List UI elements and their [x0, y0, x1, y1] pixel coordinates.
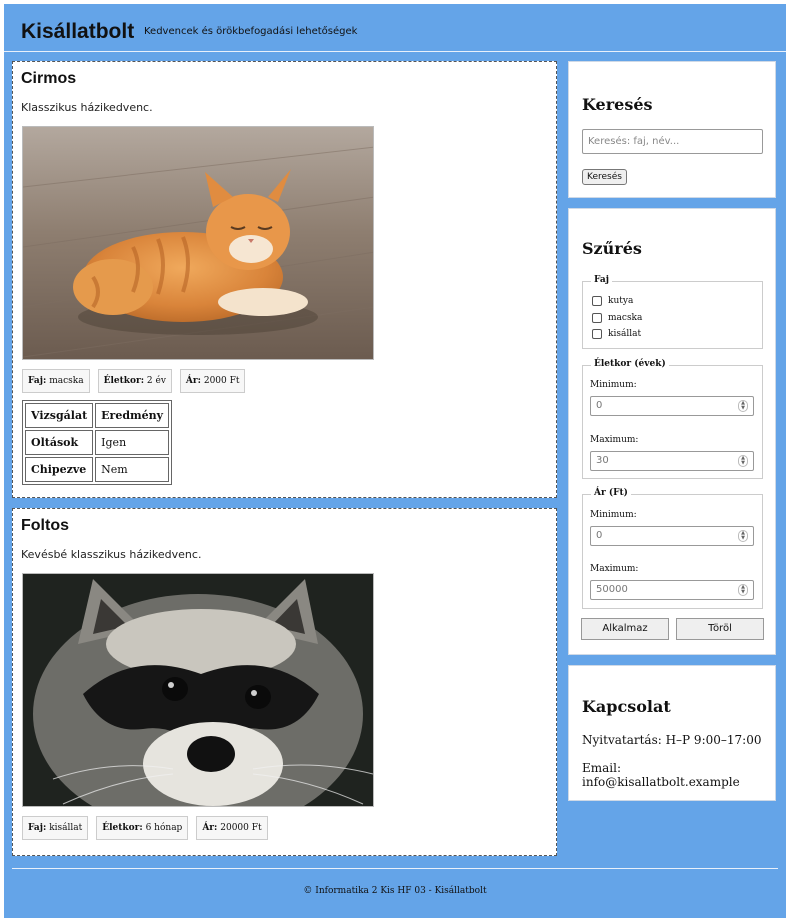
table-header-row: Vizsgálat Eredmény [25, 403, 170, 428]
contact-title: Kapcsolat [582, 697, 671, 716]
pet-tags: Faj: macska Életkor: 2 év Ár: 2000 Ft [22, 369, 246, 393]
spinner-icon[interactable]: ▲ ▼ [738, 584, 748, 596]
pet-card-cirmos: Cirmos Klasszikus házikedvenc. Faj: macs… [12, 61, 557, 498]
price-legend: Ár (Ft) [591, 488, 631, 498]
species-option-macska[interactable]: macska [592, 313, 642, 323]
price-fieldset: Ár (Ft) Minimum: 0 ▲ ▼ Maximum: 50000 ▲ ▼ [582, 488, 763, 609]
tag-age: Életkor: 2 év [97, 369, 172, 393]
tag-price: Ár: 20000 Ft [196, 816, 268, 840]
opening-hours: Nyitvatartás: H–P 9:00–17:00 [582, 733, 762, 747]
price-max-input[interactable]: 50000 ▲ ▼ [590, 580, 754, 600]
checkbox[interactable] [592, 329, 602, 339]
site-header: Kisállatbolt Kedvencek és örökbefogadási… [4, 4, 786, 52]
health-table: Vizsgálat Eredmény Oltások Igen Chipezve… [22, 400, 173, 485]
search-title: Keresés [582, 95, 653, 114]
pet-tags: Faj: kisállat Életkor: 6 hónap Ár: 20000… [22, 816, 268, 840]
age-legend: Életkor (évek) [591, 359, 669, 369]
spinner-icon[interactable]: ▲ ▼ [738, 530, 748, 542]
apply-button[interactable]: Alkalmaz [581, 618, 669, 640]
filter-panel: Szűrés Faj kutya macska kisállat Életkor… [568, 208, 776, 655]
footer-text: © Informatika 2 Kis HF 03 - Kisállatbolt [303, 886, 487, 896]
site-footer: © Informatika 2 Kis HF 03 - Kisállatbolt [12, 868, 778, 916]
search-input[interactable]: Keresés: faj, név... [582, 129, 763, 154]
species-fieldset: Faj kutya macska kisállat [582, 275, 763, 349]
table-cell: Chipezve [25, 457, 94, 482]
search-panel: Keresés Keresés: faj, név... Keresés [568, 61, 776, 198]
pet-card-foltos: Foltos Kevésbé klasszikus házikedvenc. F… [12, 508, 557, 856]
tag-species: Faj: kisállat [22, 816, 89, 840]
species-option-kutya[interactable]: kutya [592, 296, 633, 306]
page: Kisállatbolt Kedvencek és örökbefogadási… [4, 4, 786, 918]
tag-age: Életkor: 6 hónap [96, 816, 189, 840]
spinner-icon[interactable]: ▲ ▼ [738, 455, 748, 467]
checkbox[interactable] [592, 313, 602, 323]
age-min-label: Minimum: [590, 380, 637, 390]
price-max-label: Maximum: [590, 564, 639, 574]
site-title: Kisállatbolt [21, 20, 135, 43]
spinner-icon[interactable]: ▲ ▼ [738, 400, 748, 412]
search-button[interactable]: Keresés [582, 169, 627, 185]
contact-email: Email: info@kisallatbolt.example [582, 761, 740, 789]
tag-species: Faj: macska [22, 369, 90, 393]
table-row: Oltások Igen [25, 430, 170, 455]
table-header: Vizsgálat [25, 403, 94, 428]
table-cell: Nem [95, 457, 170, 482]
age-min-input[interactable]: 0 ▲ ▼ [590, 396, 754, 416]
table-row: Chipezve Nem [25, 457, 170, 482]
checkbox[interactable] [592, 296, 602, 306]
clear-button[interactable]: Töröl [676, 618, 764, 640]
filter-title: Szűrés [582, 239, 642, 258]
age-fieldset: Életkor (évek) Minimum: 0 ▲ ▼ Maximum: 30 ▲… [582, 359, 763, 479]
table-cell: Oltások [25, 430, 94, 455]
pet-description: Kevésbé klasszikus házikedvenc. [21, 548, 202, 561]
pet-description: Klasszikus házikedvenc. [21, 101, 153, 114]
contact-panel: Kapcsolat Nyitvatartás: H–P 9:00–17:00 E… [568, 665, 776, 801]
pet-name: Cirmos [21, 70, 77, 87]
site-tagline: Kedvencek és örökbefogadási lehetőségek [144, 26, 358, 37]
species-option-kisallat[interactable]: kisállat [592, 329, 641, 339]
table-header: Eredmény [95, 403, 170, 428]
species-legend: Faj [591, 275, 612, 285]
pet-photo-cat [22, 126, 374, 360]
price-min-input[interactable]: 0 ▲ ▼ [590, 526, 754, 546]
tag-price: Ár: 2000 Ft [179, 369, 246, 393]
pet-name: Foltos [21, 517, 69, 534]
age-max-label: Maximum: [590, 435, 639, 445]
table-cell: Igen [95, 430, 170, 455]
pet-photo-raccoon [22, 573, 374, 807]
age-max-input[interactable]: 30 ▲ ▼ [590, 451, 754, 471]
price-min-label: Minimum: [590, 510, 637, 520]
